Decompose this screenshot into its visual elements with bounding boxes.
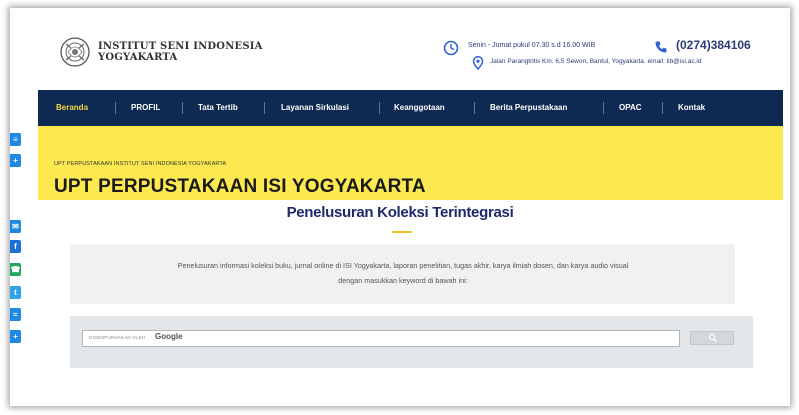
google-label: Google [155,332,183,341]
google-search-panel: DISEMPURNAKAN OLEH Google [70,316,753,368]
nav-item-opac[interactable]: OPAC [619,90,642,126]
browser-page: INSTITUT SENI INDONESIA YOGYAKARTA Senin… [10,8,790,406]
map-pin-icon [472,56,484,70]
description-line1: Penelusuran informasi koleksi buku, jurn… [177,261,629,270]
enhanced-by-label: DISEMPURNAKAN OLEH [89,335,146,340]
share-more-icon[interactable]: + [10,330,21,343]
clock-icon [443,40,459,56]
search-input[interactable]: DISEMPURNAKAN OLEH Google [82,330,680,347]
institution-name-line1: INSTITUT SENI INDONESIA [98,41,263,52]
share-icon[interactable]: ≡ [10,133,21,146]
isi-logo-icon[interactable] [58,36,92,68]
opening-hours: Senin - Jumat pukul 07.30 s.d 16.00 WIB [468,42,596,49]
messenger-icon[interactable]: ≈ [10,308,21,321]
institution-name[interactable]: INSTITUT SENI INDONESIA YOGYAKARTA [98,41,263,63]
search-button[interactable] [690,331,734,345]
description-box: Penelusuran informasi koleksi buku, jurn… [70,244,735,304]
title-underline [392,231,412,233]
nav-item-keanggotaan[interactable]: Keanggotaan [394,90,445,126]
nav-separator [115,102,116,114]
phone-icon [655,41,667,53]
twitter-icon[interactable]: t [10,286,21,299]
site-header: INSTITUT SENI INDONESIA YOGYAKARTA Senin… [10,8,790,90]
nav-item-berita-perpustakaan[interactable]: Berita Perpustakaan [490,90,567,126]
breadcrumb[interactable]: UPT PERPUSTAKAAN INSTITUT SENI INDONESIA… [54,161,226,167]
page-title: UPT PERPUSTAKAAN ISI YOGYAKARTA [54,176,426,197]
nav-separator [662,102,663,114]
search-icon [708,333,717,342]
main-navigation: Beranda PROFIL Tata Tertib Layanan Sirku… [38,90,783,126]
institution-name-line2: YOGYAKARTA [98,52,178,63]
nav-separator [379,102,380,114]
nav-item-layanan-sirkulasi[interactable]: Layanan Sirkulasi [281,90,349,126]
description-line2: dengan masukkan keyword di bawah ini: [338,276,468,285]
page-banner: UPT PERPUSTAKAAN INSTITUT SENI INDONESIA… [38,126,783,200]
nav-item-beranda[interactable]: Beranda [56,90,88,126]
address-text: Jalan Parangtritis Km. 6,5 Sewon, Bantul… [490,58,702,65]
plus-icon[interactable]: + [10,154,21,167]
nav-separator [603,102,604,114]
whatsapp-icon[interactable]: ☎ [10,263,21,276]
nav-item-profil[interactable]: PROFIL [131,90,160,126]
description-text: Penelusuran informasi koleksi buku, jurn… [78,258,728,288]
nav-item-tata-tertib[interactable]: Tata Tertib [198,90,238,126]
nav-separator [474,102,475,114]
nav-separator [264,102,265,114]
nav-separator [182,102,183,114]
facebook-icon[interactable]: f [10,240,21,253]
section-title: Penelusuran Koleksi Terintegrasi [286,204,514,221]
email-icon[interactable]: ✉ [10,220,21,233]
phone-number[interactable]: (0274)384106 [676,38,751,52]
nav-item-kontak[interactable]: Kontak [678,90,705,126]
